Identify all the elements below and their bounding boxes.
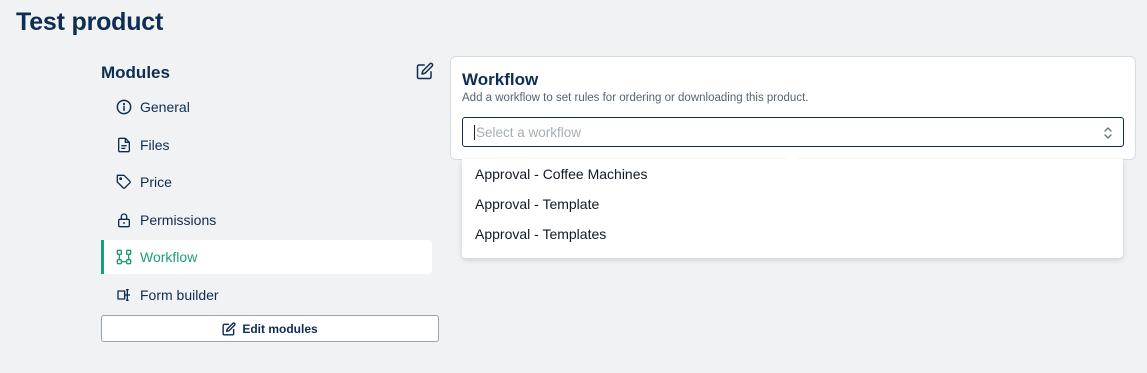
sidebar-item-label: General (140, 99, 190, 115)
edit-modules-label: Edit modules (242, 321, 318, 336)
sidebar-item-permissions[interactable]: Permissions (101, 203, 432, 237)
form-builder-icon (116, 287, 132, 303)
sidebar-item-label: Workflow (140, 249, 198, 265)
modules-title: Modules (101, 63, 170, 82)
workflow-description: Add a workflow to set rules for ordering… (462, 92, 809, 104)
info-circle-icon (116, 99, 132, 115)
modules-nav: General Files Price Permissions Workflow… (101, 90, 439, 312)
sidebar-item-label: Files (140, 136, 170, 153)
tag-icon (116, 174, 132, 190)
workflow-card: Workflow Add a workflow to set rules for… (450, 56, 1136, 160)
modules-header: Modules (101, 56, 439, 90)
workflow-dropdown: Approval - Coffee Machines Approval - Te… (462, 153, 1123, 258)
sidebar-item-form-builder[interactable]: Form builder (101, 278, 432, 312)
sidebar-item-label: Permissions (140, 211, 217, 228)
sidebar-item-general[interactable]: General (101, 90, 432, 124)
file-icon (116, 137, 132, 153)
workflow-select-placeholder: Select a workflow (476, 124, 582, 140)
dropdown-option[interactable]: Approval - Coffee Machines (462, 159, 1123, 189)
lock-icon (116, 212, 132, 228)
modules-panel: Modules General Files Price Permissions … (101, 56, 439, 342)
workflow-select[interactable]: Select a workflow (462, 117, 1124, 147)
dropdown-option[interactable]: Approval - Templates (462, 219, 1123, 249)
workflow-icon (116, 249, 132, 265)
text-caret (474, 124, 475, 140)
chevron-up-down-icon (1103, 126, 1113, 140)
dropdown-option[interactable]: Approval - Template (462, 189, 1123, 219)
page-title: Test product (16, 8, 164, 36)
sidebar-item-workflow[interactable]: Workflow (101, 240, 432, 274)
sidebar-item-files[interactable]: Files (101, 128, 432, 162)
sidebar-item-label: Price (140, 174, 172, 190)
workflow-title: Workflow (462, 70, 539, 89)
pencil-square-icon[interactable] (416, 62, 434, 80)
dropdown-arrow (786, 153, 798, 159)
sidebar-item-label: Form builder (140, 286, 219, 303)
sidebar-item-price[interactable]: Price (101, 165, 432, 199)
edit-modules-button[interactable]: Edit modules (101, 315, 439, 342)
pencil-square-icon (222, 321, 236, 336)
